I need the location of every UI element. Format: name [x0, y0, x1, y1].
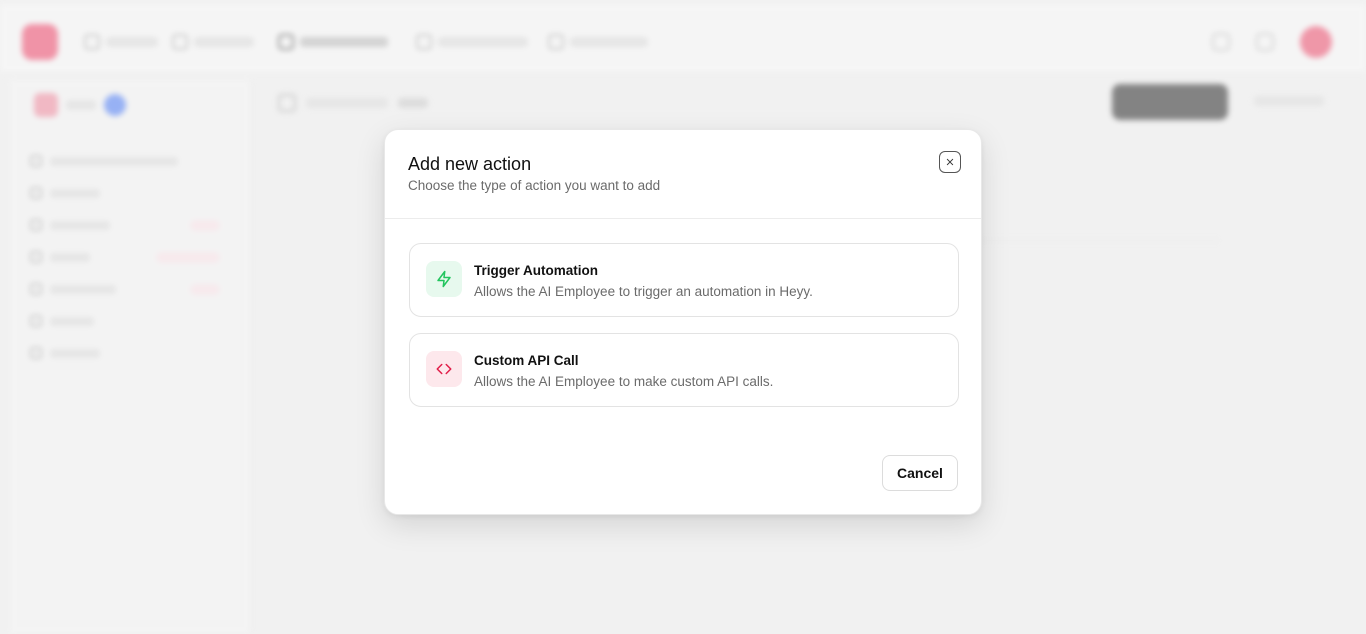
nav-icon: [278, 34, 294, 50]
lightning-bolt-icon: [426, 261, 462, 297]
nav-icon: [172, 34, 188, 50]
close-button[interactable]: [939, 151, 961, 173]
cancel-button[interactable]: Cancel: [882, 455, 958, 491]
dialog-title: Add new action: [408, 154, 532, 174]
back-icon: [278, 94, 296, 112]
content-header: [278, 84, 1338, 120]
sidebar-icon: [30, 251, 42, 263]
sidebar-icon: [30, 347, 42, 359]
divider: [980, 240, 1220, 241]
user-avatar: [1300, 26, 1332, 58]
sidebar: [10, 80, 251, 634]
dialog-subtitle: Choose the type of action you want to ad…: [408, 178, 661, 193]
sidebar-badge: [190, 283, 220, 295]
add-action-dialog: Add new action Choose the type of action…: [384, 129, 982, 515]
nav-item: [84, 32, 158, 52]
sidebar-item: [30, 312, 220, 330]
breadcrumb: [278, 94, 428, 112]
app-logo: [22, 24, 58, 60]
top-navigation-bar: [0, 4, 1366, 73]
sidebar-item: [30, 248, 220, 266]
top-bar-icon: [1256, 33, 1274, 51]
primary-button: [1112, 84, 1228, 120]
sidebar-icon: [30, 219, 42, 231]
sidebar-item: [30, 184, 220, 202]
workspace-chip: [34, 90, 214, 120]
dialog-header: Add new action Choose the type of action…: [385, 130, 981, 219]
sidebar-item: [30, 216, 220, 234]
sidebar-item: [30, 152, 220, 170]
top-bar-icon: [1212, 33, 1230, 51]
nav-item-active: [278, 32, 388, 52]
sidebar-icon: [30, 315, 42, 327]
sidebar-item: [30, 344, 220, 362]
nav-item: [548, 32, 648, 52]
nav-item: [416, 32, 528, 52]
option-description: Allows the AI Employee to make custom AP…: [474, 374, 774, 389]
option-title: Custom API Call: [474, 353, 579, 368]
sidebar-item: [30, 280, 220, 298]
nav-icon: [548, 34, 564, 50]
sidebar-icon: [30, 155, 42, 167]
sidebar-icon: [30, 187, 42, 199]
option-custom-api-call[interactable]: Custom API Call Allows the AI Employee t…: [409, 333, 959, 407]
code-brackets-icon: [426, 351, 462, 387]
workspace-logo: [34, 93, 58, 117]
option-title: Trigger Automation: [474, 263, 598, 278]
nav-icon: [416, 34, 432, 50]
close-icon: [946, 158, 954, 166]
option-description: Allows the AI Employee to trigger an aut…: [474, 284, 813, 299]
option-trigger-automation[interactable]: Trigger Automation Allows the AI Employe…: [409, 243, 959, 317]
nav-item: [172, 32, 254, 52]
sidebar-icon: [30, 283, 42, 295]
secondary-button: [1254, 94, 1324, 109]
sidebar-badge: [190, 219, 220, 231]
nav-icon: [84, 34, 100, 50]
sidebar-badge: [156, 251, 220, 263]
workspace-badge: [104, 94, 126, 116]
